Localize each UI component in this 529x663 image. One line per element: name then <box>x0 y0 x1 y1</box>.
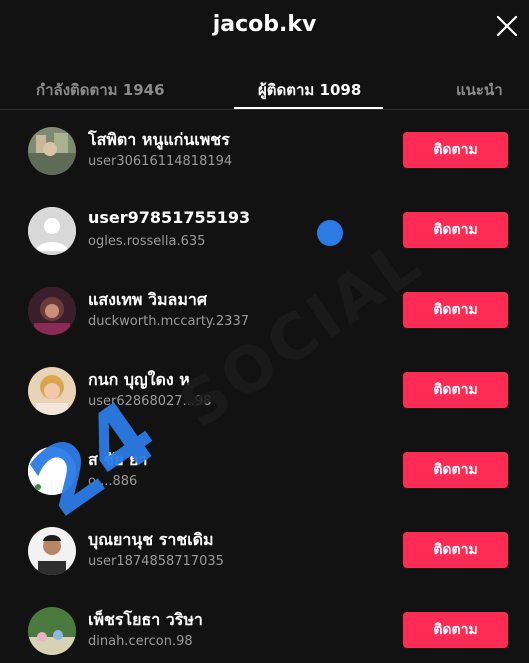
follow-button[interactable]: ติดตาม <box>403 612 508 648</box>
active-tab-indicator <box>234 107 383 109</box>
followers-list[interactable]: โสพิตา หนูแก่นเพชร user30616114818194 ติ… <box>0 112 529 663</box>
blue-dot-icon <box>317 220 343 246</box>
follower-handle: user1874858717035 <box>88 554 224 569</box>
follower-handle: dinah.cercon.98 <box>88 634 193 649</box>
follow-button[interactable]: ติดตาม <box>403 532 508 568</box>
follower-handle: duckworth.mccarty.2337 <box>88 314 249 329</box>
list-item[interactable]: บุณยานุช ราชเดิม user1874858717035 ติดตา… <box>0 512 529 592</box>
list-item[interactable]: กนก บุญใดง ห user62868027...98 ติดตาม <box>0 352 529 432</box>
avatar[interactable] <box>28 607 76 655</box>
tab-suggested[interactable]: แนะนำ <box>456 78 503 102</box>
follow-button[interactable]: ติดตาม <box>403 292 508 328</box>
follower-name: เพ็ชรโยธา วริษา <box>88 610 203 629</box>
avatar[interactable] <box>28 447 76 495</box>
avatar[interactable] <box>28 367 76 415</box>
follow-button[interactable]: ติดตาม <box>403 372 508 408</box>
page-title: jacob.kv <box>212 12 317 37</box>
follower-name: user97851755193 <box>88 208 251 227</box>
tab-followers[interactable]: ผู้ติดตาม 1098 <box>258 78 361 102</box>
list-item[interactable]: โสพิตา หนูแก่นเพชร user30616114818194 ติ… <box>0 112 529 192</box>
modal-header: jacob.kv <box>0 0 529 56</box>
follower-handle: o ...886 <box>88 474 138 489</box>
follower-name: โสพิตา หนูแก่นเพชร <box>88 130 230 149</box>
follow-button[interactable]: ติดตาม <box>403 212 508 248</box>
follower-handle: user62868027...98 <box>88 394 212 409</box>
avatar[interactable] <box>28 527 76 575</box>
avatar[interactable] <box>28 287 76 335</box>
close-icon[interactable] <box>495 14 519 38</box>
tab-following[interactable]: กำลังติดตาม 1946 <box>36 78 165 102</box>
list-item[interactable]: user97851755193 ogles.rossella.635 ติดตา… <box>0 192 529 272</box>
follower-name: บุณยานุช ราชเดิม <box>88 530 214 549</box>
follow-button[interactable]: ติดตาม <box>403 132 508 168</box>
follower-name: ส ชัย ยา <box>88 450 148 469</box>
list-item[interactable]: ส ชัย ยา o ...886 ติดตาม <box>0 432 529 512</box>
follower-handle: ogles.rossella.635 <box>88 234 206 249</box>
tab-bar: กำลังติดตาม 1946 ผู้ติดตาม 1098 แนะนำ <box>0 66 529 110</box>
follower-handle: user30616114818194 <box>88 154 233 169</box>
list-item[interactable]: เพ็ชรโยธา วริษา dinah.cercon.98 ติดตาม <box>0 592 529 663</box>
follow-button[interactable]: ติดตาม <box>403 452 508 488</box>
follower-name: แสงเทพ วิมลมาศ <box>88 290 208 309</box>
avatar[interactable] <box>28 127 76 175</box>
follower-name: กนก บุญใดง ห <box>88 370 190 389</box>
list-item[interactable]: แสงเทพ วิมลมาศ duckworth.mccarty.2337 ติ… <box>0 272 529 352</box>
default-avatar-icon[interactable] <box>28 207 76 255</box>
